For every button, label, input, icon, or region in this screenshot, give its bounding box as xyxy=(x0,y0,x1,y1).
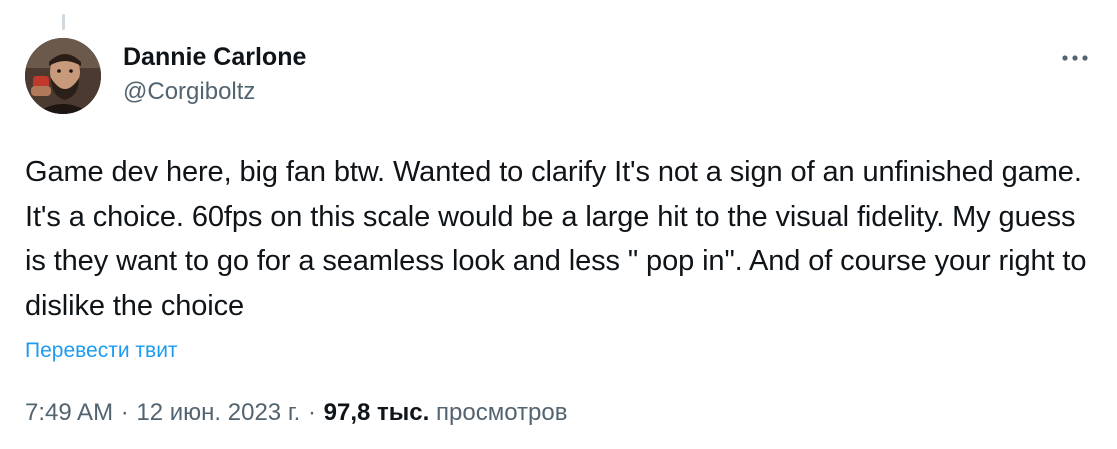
tweet-card: Dannie Carlone @Corgiboltz Game dev here… xyxy=(0,0,1117,449)
tweet-time[interactable]: 7:49 AM xyxy=(25,399,113,426)
views-count[interactable]: 97,8 тыс. xyxy=(324,399,430,426)
tweet-date[interactable]: 12 июн. 2023 г. xyxy=(136,399,300,426)
author-display-name[interactable]: Dannie Carlone xyxy=(123,40,306,74)
tweet-text: Game dev here, big fan btw. Wanted to cl… xyxy=(25,156,1087,322)
more-horizontal-icon xyxy=(1062,55,1088,61)
avatar-photo xyxy=(25,38,101,114)
meta-separator: · xyxy=(308,399,316,426)
thread-connector-line xyxy=(62,14,65,30)
more-options-button[interactable] xyxy=(1057,44,1093,72)
author-info: Dannie Carlone @Corgiboltz xyxy=(123,40,306,110)
avatar[interactable] xyxy=(25,38,101,114)
author-handle[interactable]: @Corgiboltz xyxy=(123,74,306,110)
views-label: просмотров xyxy=(436,399,568,426)
meta-separator: · xyxy=(120,399,129,426)
tweet-metadata: 7:49 AM · 12 июн. 2023 г. · 97,8 тыс. пр… xyxy=(25,395,567,431)
translate-tweet-link[interactable]: Перевести твит xyxy=(25,336,178,366)
